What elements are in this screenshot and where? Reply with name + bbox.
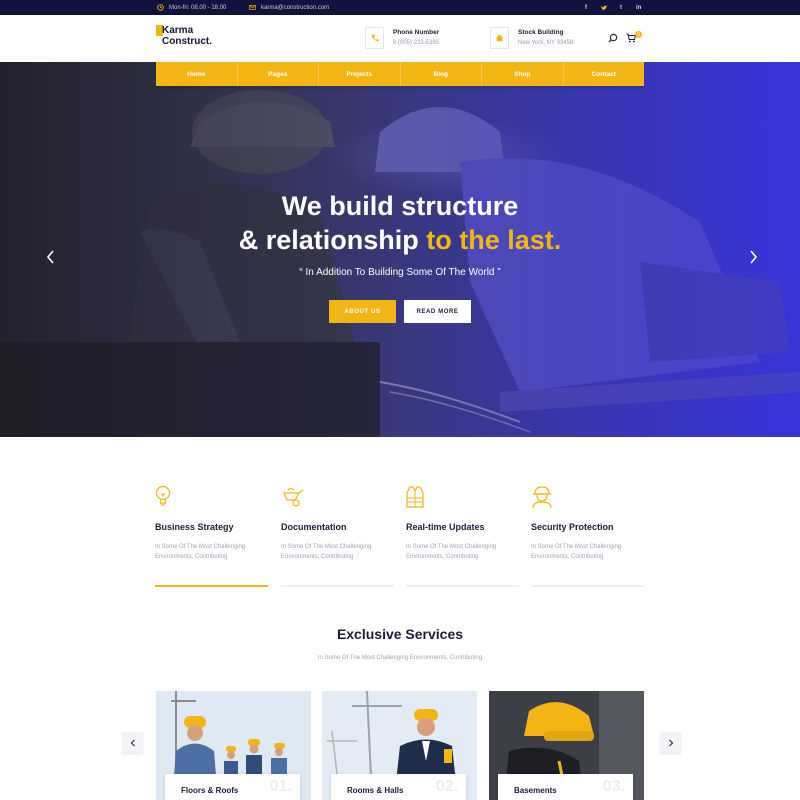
logo-line-1: Karma [162,25,194,36]
hours-info: Mon-fri: 08.00 - 18.00 [157,0,226,15]
phone-value: 8 (005) 233-5385 [393,40,440,46]
feature-security-protection[interactable]: Security Protection In Some Of The Most … [531,485,644,588]
service-card-rooms-halls[interactable]: Rooms & Halls 02. [322,691,477,800]
building-icon-box [490,27,509,49]
facebook-icon[interactable]: f [585,0,587,15]
hours-text: Mon-fri: 08.00 - 18.00 [169,4,227,11]
email-info[interactable]: karma@construction.com [249,0,329,15]
hero-heading-white: & relationship [238,225,427,255]
service-number: 02. [435,778,458,795]
read-more-button[interactable]: READ MORE [404,300,471,323]
search-icon[interactable] [608,33,618,43]
main-nav: Home Pages Projects Blog Shop Contact [156,62,644,86]
linkedin-icon[interactable]: in [636,0,641,15]
feature-description: In Some Of The Most Challenging Environm… [281,544,372,560]
hero-heading-accent: to the last. [426,225,562,255]
service-label: Rooms & Halls 02. [331,774,466,800]
services-subtitle: In Some Of The Most Challenging Environm… [317,655,483,661]
address-value: New York, NY 93458 [518,40,574,46]
slider-prev-arrow-icon[interactable] [46,250,56,264]
lightbulb-icon [155,485,171,506]
feature-title: Real-time Updates [406,522,485,532]
feature-description: In Some Of The Most Challenging Environm… [531,544,622,560]
hero-subtitle: “ In Addition To Building Some Of The Wo… [299,267,501,278]
nav-item-contact[interactable]: Contact [564,62,645,86]
clock-icon [157,4,164,11]
about-us-button[interactable]: ABOUT US [329,300,396,323]
feature-underline [281,585,394,587]
feature-underline [406,585,519,587]
feature-underline-active [155,585,268,587]
feature-title: Documentation [281,522,347,532]
hero-heading-line-2: & relationship to the last. [0,223,800,257]
nav-item-shop[interactable]: Shop [482,62,564,86]
service-card-floors-roofs[interactable]: Floors & Roofs 01. [156,691,311,800]
service-label: Basements 03. [498,774,633,800]
phone-title: Phone Number [393,29,440,36]
feature-title: Security Protection [531,522,614,532]
service-number: 01. [269,778,292,795]
top-bar: Mon-fri: 08.00 - 18.00 karma@constructio… [0,0,800,15]
safety-vest-icon [406,486,424,508]
service-name: Rooms & Halls [347,786,404,795]
building-icon [496,34,503,41]
phone-icon [371,34,379,42]
worker-icon [532,486,552,509]
site-header: Karma Construct. Phone Number 8 (005) 23… [0,15,800,62]
cart-count-badge: 0 [635,31,642,38]
chevron-right-icon [668,739,673,746]
hero-heading-line-1: We build structure [281,191,519,221]
nav-item-pages[interactable]: Pages [238,62,319,86]
feature-description: In Some Of The Most Challenging Environm… [155,544,246,560]
service-name: Basements [514,786,557,795]
services-title: Exclusive Services [336,626,464,642]
services-prev-button[interactable] [122,732,143,753]
email-text[interactable]: karma@construction.com [261,5,329,11]
feature-description: In Some Of The Most Challenging Environm… [406,544,497,560]
feature-documentation[interactable]: Documentation In Some Of The Most Challe… [281,485,394,588]
nav-item-home[interactable]: Home [156,62,238,86]
service-number: 03. [602,778,625,795]
feature-title: Business Strategy [155,522,234,532]
twitter-icon[interactable] [601,0,608,15]
service-card-basements[interactable]: Basements 03. [489,691,644,800]
nav-item-projects[interactable]: Projects [319,62,401,86]
address-title: Stock Building [518,29,564,36]
feature-underline [531,585,644,587]
feature-business-strategy[interactable]: Business Strategy In Some Of The Most Ch… [155,485,268,588]
logo-line-2: Construct. [162,36,212,47]
feature-realtime-updates[interactable]: Real-time Updates In Some Of The Most Ch… [406,485,519,588]
phone-icon-box [365,27,384,49]
service-name: Floors & Roofs [181,786,239,795]
nav-item-blog[interactable]: Blog [401,62,482,86]
slider-next-arrow-icon[interactable] [748,250,758,264]
service-label: Floors & Roofs 01. [165,774,300,800]
services-next-button[interactable] [660,732,681,753]
tumblr-icon[interactable]: t [620,0,622,15]
chevron-left-icon [130,739,135,746]
envelope-icon [249,5,256,10]
logo[interactable]: Karma Construct. [156,25,226,53]
wheelbarrow-icon [283,487,304,507]
